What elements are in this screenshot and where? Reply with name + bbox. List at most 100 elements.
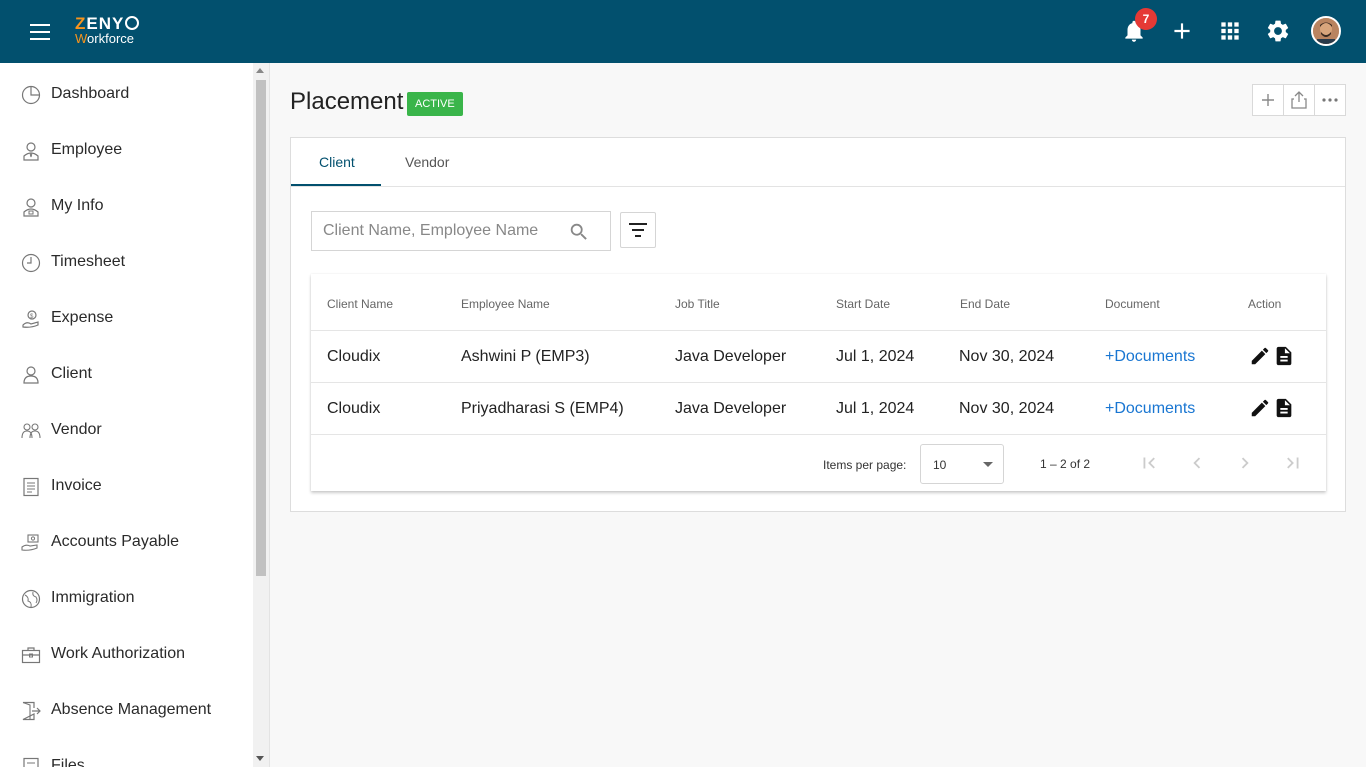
sidebar-item-label: Expense — [51, 309, 114, 326]
items-per-page-select[interactable]: 10 — [920, 444, 1004, 484]
sidebar-item-label: Accounts Payable — [51, 533, 180, 550]
globe-icon — [21, 589, 41, 609]
scrollbar-thumb[interactable] — [256, 80, 266, 576]
menu-icon[interactable] — [30, 24, 50, 40]
document-icon[interactable] — [1273, 345, 1295, 367]
table-row: Cloudix Ashwini P (EMP3) Java Developer … — [311, 330, 1326, 382]
previous-page-icon[interactable] — [1186, 452, 1208, 474]
scroll-up-arrow-icon[interactable] — [256, 68, 264, 73]
sidebar-item-label: Vendor — [51, 421, 102, 438]
placement-table: Client Name Employee Name Job Title Star… — [311, 274, 1326, 491]
plus-icon — [1262, 94, 1274, 106]
sidebar-item-immigration[interactable]: Immigration — [0, 579, 252, 619]
dropdown-caret-icon — [983, 462, 993, 467]
sidebar-item-invoice[interactable]: Invoice — [0, 467, 252, 507]
documents-link[interactable]: +Documents — [1105, 400, 1195, 418]
items-per-page-label: Items per page: — [823, 458, 907, 472]
vendor-icon — [21, 423, 41, 439]
search-input[interactable] — [313, 213, 563, 249]
search-icon[interactable] — [568, 221, 590, 243]
sidebar-item-expense[interactable]: $ Expense — [0, 299, 252, 339]
column-header[interactable]: Client Name — [327, 297, 393, 311]
sidebar-item-label: Absence Management — [51, 701, 212, 718]
status-badge: ACTIVE — [407, 92, 463, 116]
cell-employee-name: Ashwini P (EMP3) — [461, 348, 590, 365]
page-title: Placement — [290, 88, 404, 115]
column-header[interactable]: Document — [1105, 297, 1160, 311]
top-app-bar: ZENY Workforce 7 — [0, 0, 1366, 63]
my-info-icon — [23, 198, 39, 217]
clock-icon — [21, 253, 41, 273]
cell-job-title: Java Developer — [675, 400, 787, 417]
cell-client-name: Cloudix — [327, 400, 381, 417]
sidebar-item-timesheet[interactable]: Timesheet — [0, 243, 252, 283]
sidebar-item-label: Employee — [51, 141, 123, 158]
cell-end-date: Nov 30, 2024 — [959, 400, 1055, 417]
sidebar-item-work-authorization[interactable]: Work Authorization — [0, 635, 252, 675]
document-icon[interactable] — [1273, 397, 1295, 419]
tab-vendor[interactable]: Vendor — [405, 154, 449, 170]
apps-grid-icon[interactable] — [1217, 18, 1243, 44]
share-button[interactable] — [1284, 85, 1315, 115]
share-icon — [1291, 91, 1307, 109]
sidebar-item-my-info[interactable]: My Info — [0, 187, 252, 227]
sidebar: Dashboard Employee My Info Timesheet $ E… — [0, 63, 270, 767]
files-icon — [23, 757, 39, 767]
filter-button[interactable] — [620, 212, 656, 248]
sidebar-item-absence-management[interactable]: Absence Management — [0, 691, 252, 731]
sidebar-item-label: Timesheet — [51, 253, 126, 270]
next-page-icon[interactable] — [1234, 452, 1256, 474]
sidebar-item-files[interactable]: Files — [0, 747, 252, 767]
cell-start-date: Jul 1, 2024 — [836, 400, 915, 417]
gear-icon[interactable] — [1265, 18, 1291, 44]
dashboard-icon — [21, 85, 41, 105]
employee-icon — [23, 142, 39, 161]
avatar[interactable] — [1311, 16, 1341, 46]
column-header[interactable]: Job Title — [675, 297, 720, 311]
sidebar-item-client[interactable]: Client — [0, 355, 252, 395]
edit-icon[interactable] — [1249, 397, 1271, 419]
scroll-down-arrow-icon[interactable] — [256, 756, 264, 761]
sidebar-item-label: My Info — [51, 197, 104, 214]
sidebar-item-label: Client — [51, 365, 92, 382]
briefcase-icon — [21, 647, 41, 664]
sidebar-item-employee[interactable]: Employee — [0, 131, 252, 171]
logo-brand: ZENY — [75, 15, 140, 32]
range-label: 1 – 2 of 2 — [1040, 457, 1091, 471]
sidebar-item-label: Files — [51, 757, 85, 767]
sidebar-item-accounts-payable[interactable]: Accounts Payable — [0, 523, 252, 563]
logo[interactable]: ZENY Workforce — [75, 15, 140, 46]
accounts-payable-icon — [21, 534, 39, 551]
more-horizontal-icon — [1322, 98, 1338, 102]
last-page-icon[interactable] — [1282, 452, 1304, 474]
add-button[interactable] — [1253, 85, 1284, 115]
avatar-image — [1313, 18, 1339, 44]
client-icon — [23, 366, 39, 384]
cell-job-title: Java Developer — [675, 348, 787, 365]
sidebar-item-dashboard[interactable]: Dashboard — [0, 75, 252, 115]
filter-icon — [629, 223, 647, 237]
more-options-button[interactable] — [1315, 85, 1345, 115]
column-header[interactable]: Employee Name — [461, 297, 550, 311]
column-header: Action — [1248, 297, 1282, 311]
items-per-page-value: 10 — [933, 458, 947, 472]
first-page-icon[interactable] — [1138, 452, 1160, 474]
placement-card: Client Vendor Client Name Employee Name … — [290, 137, 1346, 512]
table-row: Cloudix Priyadharasi S (EMP4) Java Devel… — [311, 382, 1326, 434]
expense-icon: $ — [22, 310, 39, 328]
logo-sub: Workforce — [75, 31, 135, 46]
documents-link[interactable]: +Documents — [1105, 348, 1195, 366]
edit-icon[interactable] — [1249, 345, 1271, 367]
notification-badge[interactable]: 7 — [1135, 8, 1157, 30]
tab-client[interactable]: Client — [319, 154, 355, 170]
header-action-group — [1252, 84, 1346, 116]
plus-icon[interactable] — [1169, 18, 1195, 44]
sidebar-item-label: Work Authorization — [51, 645, 185, 662]
sidebar-item-label: Invoice — [51, 477, 102, 494]
column-header[interactable]: End Date — [960, 297, 1010, 311]
column-header[interactable]: Start Date — [836, 297, 890, 311]
cell-client-name: Cloudix — [327, 348, 381, 365]
sidebar-item-vendor[interactable]: Vendor — [0, 411, 252, 451]
sidebar-item-label: Dashboard — [51, 85, 130, 102]
active-tab-indicator — [291, 184, 381, 186]
